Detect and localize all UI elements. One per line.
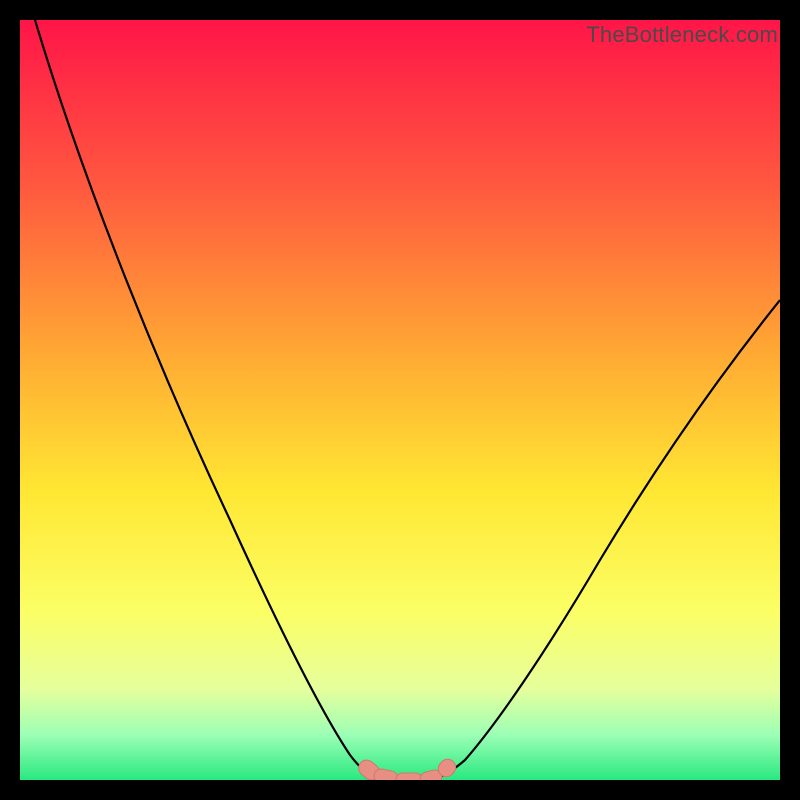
- curves-layer: [20, 20, 780, 780]
- chart-frame: TheBottleneck.com: [0, 0, 800, 800]
- right-curve: [438, 300, 780, 778]
- watermark-text: TheBottleneck.com: [586, 22, 778, 48]
- left-curve: [35, 20, 378, 778]
- plot-area: [20, 20, 780, 780]
- flat-min-markers: [355, 756, 459, 780]
